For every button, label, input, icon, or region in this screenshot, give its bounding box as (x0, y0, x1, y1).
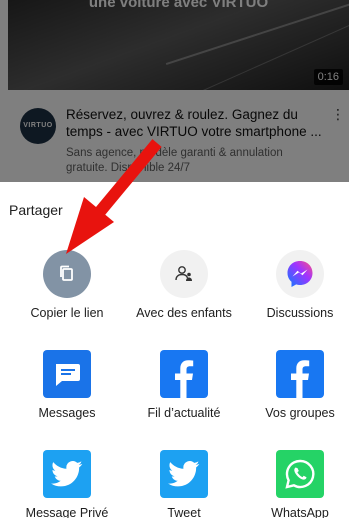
share-target-label: Avec des enfants (136, 306, 232, 320)
background-ad: une voiture avec VIRTUO 0:16 VIRTUO Rése… (0, 0, 349, 182)
share-copy-link[interactable]: Copier le lien (9, 250, 125, 320)
share-child-account[interactable]: Avec des enfants (126, 250, 242, 320)
share-target-label: Messages (38, 406, 96, 420)
share-facebook-groups[interactable]: Vos groupes (242, 350, 349, 420)
share-twitter-dm[interactable]: Message Privé (9, 450, 125, 518)
share-tweet[interactable]: Tweet (126, 450, 242, 518)
copy-icon (43, 250, 91, 298)
facebook-icon (160, 350, 208, 398)
facebook-icon (276, 350, 324, 398)
share-target-label: Copier le lien (30, 306, 104, 320)
twitter-icon (160, 450, 208, 498)
whatsapp-icon (276, 450, 324, 498)
share-target-label: Discussions (266, 306, 334, 320)
share-target-label: Fil d’actualité (147, 406, 221, 420)
modal-scrim[interactable] (0, 0, 349, 182)
share-target-label: Tweet (167, 506, 201, 518)
share-discussions[interactable]: Discussions (242, 250, 349, 320)
share-facebook-feed[interactable]: Fil d’actualité (126, 350, 242, 420)
share-whatsapp[interactable]: WhatsApp (242, 450, 349, 518)
share-messages[interactable]: Messages (9, 350, 125, 420)
share-target-label: Message Privé (25, 506, 109, 518)
twitter-icon (43, 450, 91, 498)
share-target-label: WhatsApp (271, 506, 329, 518)
messenger-icon (276, 250, 324, 298)
share-sheet: Partager Copier le lien Avec des enfants (0, 182, 349, 518)
share-target-label: Vos groupes (265, 406, 335, 420)
share-sheet-title: Partager (9, 202, 63, 218)
child-account-icon (160, 250, 208, 298)
messages-icon (43, 350, 91, 398)
